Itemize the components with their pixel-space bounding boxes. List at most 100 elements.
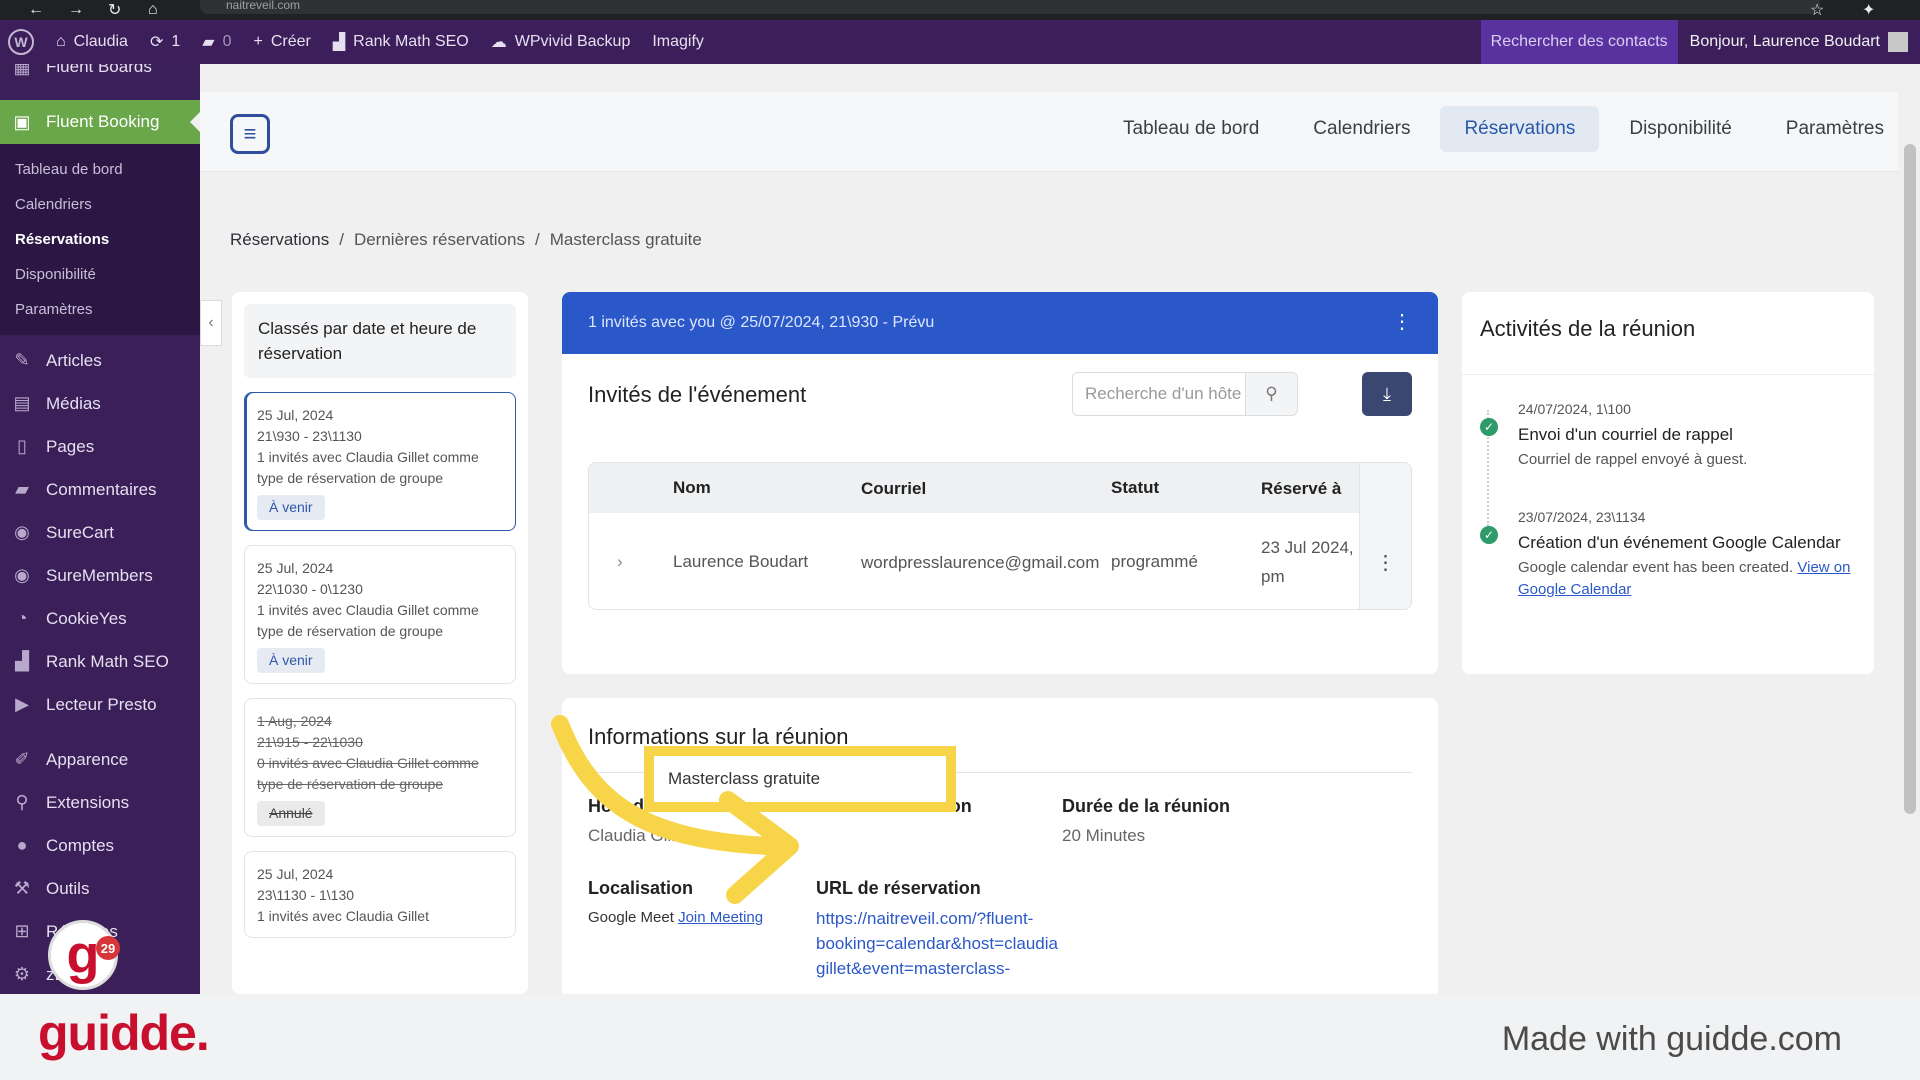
reload-icon[interactable]: ↻ (108, 0, 121, 20)
wordpress-logo-icon[interactable]: W (8, 29, 34, 55)
updates-icon: ⟳ (149, 34, 164, 51)
guests-table: Nom Courriel Statut Réservé à › Laurence… (588, 462, 1412, 610)
site-name-link[interactable]: ⌂ Claudia (56, 33, 128, 51)
rankmath-link[interactable]: ▟ Rank Math SEO (333, 32, 469, 52)
tab-bookings[interactable]: Réservations (1440, 106, 1600, 152)
booking-desc: 1 invités avec Claudia Gillet (257, 908, 429, 924)
tab-dashboard[interactable]: Tableau de bord (1099, 106, 1283, 152)
sidebar-item-label: SureCart (46, 522, 115, 542)
sidebar-item-label: Fluent Boards (46, 64, 152, 76)
sidebar-item-surecart[interactable]: ◉ SureCart (0, 511, 200, 554)
expand-chevron-icon[interactable]: › (589, 552, 673, 572)
sidebar-item-label: CookieYes (46, 608, 127, 628)
suremembers-icon: ◉ (14, 565, 30, 585)
pin-icon: ✎ (14, 350, 30, 370)
breadcrumb-bookings[interactable]: Réservations (230, 230, 329, 250)
submenu-settings[interactable]: Paramètres (0, 292, 200, 327)
divider (1462, 374, 1874, 375)
list-heading: Classés par date et heure de réservation (244, 304, 516, 378)
sidebar-item-fluent-booking[interactable]: ▣ Fluent Booking (0, 100, 200, 144)
sidebar-item-presto[interactable]: ▶ Lecteur Presto (0, 683, 200, 726)
tab-calendars[interactable]: Calendriers (1289, 106, 1434, 152)
table-row[interactable]: › Laurence Boudart wordpresslaurence@gma… (589, 513, 1411, 609)
sidebar-item-media[interactable]: ▤ Médias (0, 382, 200, 425)
main-content: ≡ Tableau de bord Calendriers Réservatio… (200, 64, 1920, 998)
booking-date: 1 Aug, 2024 (257, 713, 332, 729)
collapse-panel-button[interactable]: ‹ (200, 300, 222, 346)
brush-icon: ✐ (14, 749, 30, 769)
sidebar-item-users[interactable]: ● Comptes (0, 824, 200, 867)
submenu-bookings[interactable]: Réservations (0, 222, 200, 257)
booked-time: pm (1261, 567, 1285, 586)
submenu-availability[interactable]: Disponibilité (0, 257, 200, 292)
guests-title: Invités de l'événement (588, 382, 807, 407)
submenu-dashboard[interactable]: Tableau de bord (0, 152, 200, 187)
site-name: Claudia (73, 33, 128, 50)
footer-banner: guidde. Made with guidde.com (0, 994, 1920, 1080)
tab-availability[interactable]: Disponibilité (1605, 106, 1755, 152)
search-icon[interactable]: ⚲ (1245, 373, 1297, 415)
scrollbar-thumb[interactable] (1904, 144, 1916, 814)
join-meeting-link[interactable]: Join Meeting (678, 909, 763, 926)
guest-name: Laurence Boudart (673, 552, 809, 571)
bookmark-star-icon[interactable]: ☆ (1810, 0, 1824, 20)
updates-link[interactable]: ⟳ 1 (150, 32, 180, 52)
booking-card[interactable]: 25 Jul, 2024 22\1030 - 0\1230 1 invités … (244, 545, 516, 684)
search-contacts-button[interactable]: Rechercher des contacts (1480, 20, 1678, 64)
sidebar-item-cookieyes[interactable]: ◔ CookieYes (0, 597, 200, 640)
booking-url-link[interactable]: https://naitreveil.com/?fluent-booking=c… (816, 906, 1086, 981)
sidebar-item-suremembers[interactable]: ◉ SureMembers (0, 554, 200, 597)
tab-settings[interactable]: Paramètres (1762, 106, 1908, 152)
admin-sidebar: ▦ Fluent Boards ▣ Fluent Booking Tableau d… (0, 64, 200, 994)
sidebar-item-fluent-boards[interactable]: ▦ Fluent Boards (0, 64, 200, 78)
download-button[interactable]: ⤓ (1362, 372, 1412, 416)
wpvivid-link[interactable]: ☁ WPvivid Backup (491, 32, 631, 52)
row-actions-icon[interactable]: ⋮ (1359, 513, 1411, 609)
booking-desc: 1 invités avec Claudia Gillet comme type… (257, 602, 479, 639)
activity-item-desc: Courriel de rappel envoyé à guest. (1518, 451, 1748, 468)
user-icon: ● (16, 835, 28, 855)
host-search-input[interactable]: Recherche d'un hôte ⚲ (1072, 372, 1298, 416)
meeting-title-value: Masterclass gratuite (644, 746, 956, 812)
duration-label: Durée de la réunion (1062, 796, 1231, 816)
bookings-list-panel: Classés par date et heure de réservation… (232, 292, 528, 994)
sidebar-item-appearance[interactable]: ✐ Apparence (0, 738, 200, 781)
sidebar-item-label: Fluent Booking (46, 112, 160, 131)
sidebar-item-rankmath[interactable]: ▟ Rank Math SEO (0, 640, 200, 683)
sidebar-item-articles[interactable]: ✎ Articles (0, 339, 200, 382)
booking-summary-text: 1 invités avec you @ 25/07/2024, 21\930 … (588, 314, 935, 331)
duration-field: Durée de la réunion 20 Minutes (1062, 794, 1230, 848)
extensions-icon[interactable]: ✦ (1862, 0, 1875, 20)
comments-link[interactable]: ▰ 0 (202, 32, 231, 52)
wrench-icon: ⚒ (13, 878, 31, 898)
page-scrollbar[interactable] (1898, 64, 1920, 994)
sidebar-item-label: Apparence (46, 749, 129, 769)
breadcrumb-separator: / (339, 230, 344, 249)
home-icon[interactable]: ⌂ (148, 0, 158, 20)
back-icon[interactable]: ← (28, 0, 44, 20)
column-name: Nom (673, 478, 711, 497)
sidebar-item-label: Pages (46, 436, 95, 456)
account-menu[interactable]: Bonjour, Laurence Boudart (1678, 32, 1920, 52)
booking-card[interactable]: 1 Aug, 2024 21\915 - 22\1030 0 invités a… (244, 698, 516, 837)
more-options-icon[interactable]: ⋮ (1392, 312, 1412, 332)
create-link[interactable]: + Créer (253, 33, 310, 51)
submenu-calendars[interactable]: Calendriers (0, 187, 200, 222)
booking-card[interactable]: 25 Jul, 2024 21\930 - 23\1130 1 invités … (244, 392, 516, 531)
duration-value: 20 Minutes (1062, 826, 1146, 845)
imagify-link[interactable]: Imagify (652, 33, 704, 51)
booking-time: 22\1030 - 0\1230 (257, 581, 363, 597)
booking-card[interactable]: 25 Jul, 2024 23\1130 - 1\130 1 invités a… (244, 851, 516, 938)
breadcrumb-latest[interactable]: Dernières réservations (354, 230, 525, 250)
sidebar-item-tools[interactable]: ⚒ Outils (0, 867, 200, 910)
booking-date: 25 Jul, 2024 (257, 560, 334, 576)
plus-icon: + (253, 33, 263, 50)
forward-icon[interactable]: → (68, 0, 84, 20)
sidebar-item-plugins[interactable]: ⚲ Extensions (0, 781, 200, 824)
sidebar-item-pages[interactable]: ▯ Pages (0, 425, 200, 468)
activity-item-desc: Google calendar event has been created. (1518, 559, 1794, 576)
fluent-booking-logo-icon[interactable]: ≡ (230, 114, 270, 154)
page-icon: ▯ (17, 436, 27, 456)
address-bar[interactable]: naitreveil.com (200, 0, 1820, 14)
sidebar-item-comments[interactable]: ▰ Commentaires (0, 468, 200, 511)
